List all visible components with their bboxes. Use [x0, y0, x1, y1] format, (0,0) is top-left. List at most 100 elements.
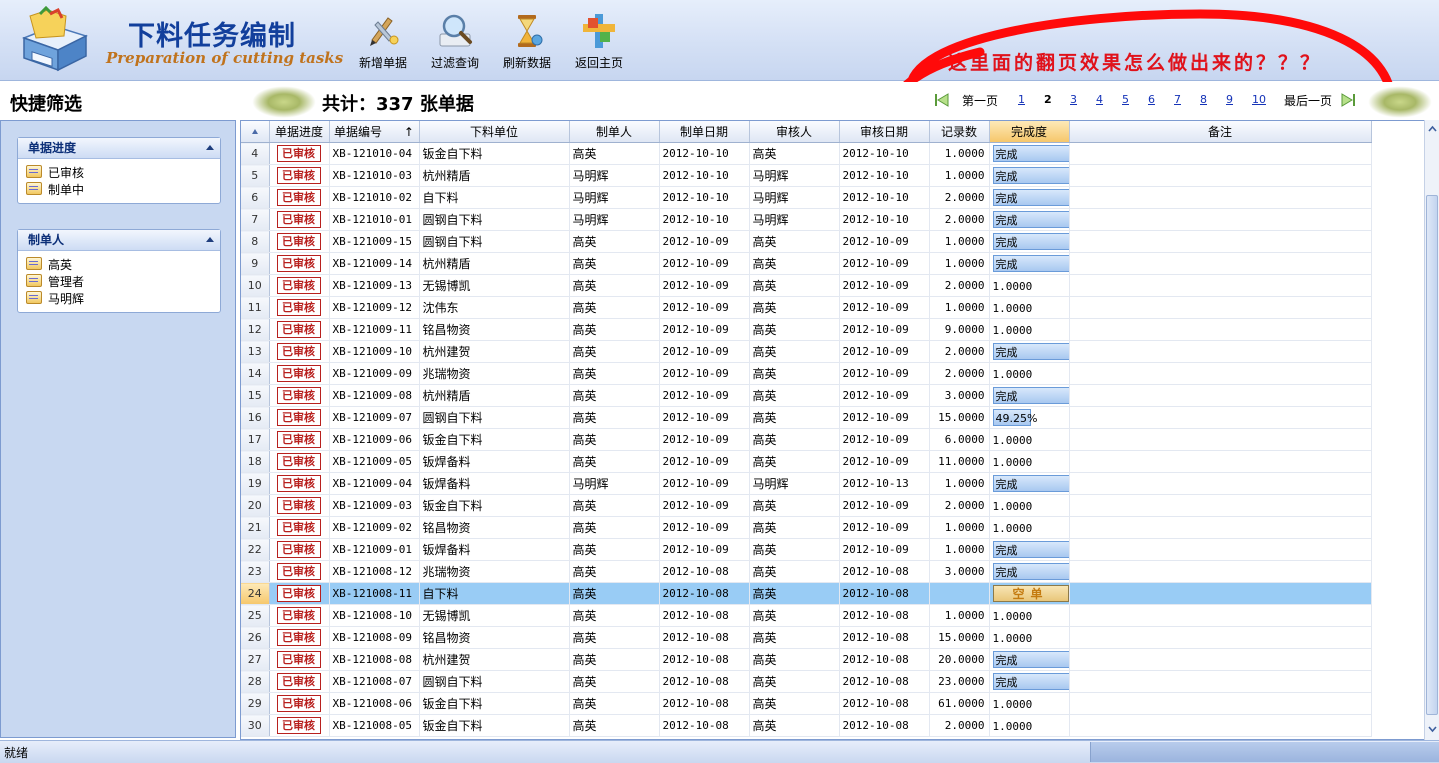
row-number[interactable]: 26 — [241, 626, 270, 649]
cell-maker[interactable]: 高英 — [569, 230, 660, 253]
cell-unit[interactable]: 圆钢自下料 — [419, 208, 570, 231]
cell-count[interactable]: 11.0000 — [929, 450, 990, 473]
table-row[interactable]: 19 已审核 XB-121009-04 钣焊备料 马明辉 2012-10-09 马明辉 201… — [241, 472, 1372, 495]
cell-remark[interactable] — [1069, 340, 1372, 363]
cell-auditor[interactable]: 高英 — [749, 428, 840, 451]
cell-maker[interactable]: 高英 — [569, 538, 660, 561]
cell-audit-date[interactable]: 2012-10-09 — [839, 296, 930, 319]
cell-progress[interactable]: 完成 — [989, 142, 1070, 165]
page-link-10[interactable]: 10 — [1252, 93, 1266, 106]
cell-unit[interactable]: 自下料 — [419, 186, 570, 209]
cell-progress[interactable]: 完成 — [989, 164, 1070, 187]
cell-count[interactable]: 1.0000 — [929, 142, 990, 165]
cell-unit[interactable]: 无锡博凯 — [419, 274, 570, 297]
cell-progress[interactable]: 完成 — [989, 670, 1070, 693]
cell-progress[interactable]: 完成 — [989, 648, 1070, 671]
cell-remark[interactable] — [1069, 406, 1372, 429]
cell-count[interactable]: 1.0000 — [929, 296, 990, 319]
table-row[interactable]: 11 已审核 XB-121009-12 沈伟东 高英 2012-10-09 高英 2012-1… — [241, 296, 1372, 319]
cell-date[interactable]: 2012-10-08 — [659, 560, 750, 583]
cell-remark[interactable] — [1069, 186, 1372, 209]
filter-item-drafting[interactable]: 制单中 — [26, 182, 220, 199]
cell-auditor[interactable]: 马明辉 — [749, 186, 840, 209]
cell-audit-date[interactable]: 2012-10-08 — [839, 692, 930, 715]
cell-progress[interactable]: 完成 — [989, 538, 1070, 561]
page-link-2[interactable]: 2 — [1044, 93, 1052, 106]
cell-auditor[interactable]: 高英 — [749, 252, 840, 275]
cell-maker[interactable]: 高英 — [569, 450, 660, 473]
cell-count[interactable]: 1.0000 — [929, 164, 990, 187]
cell-remark[interactable] — [1069, 582, 1372, 605]
cell-code[interactable]: XB-121010-04 — [329, 142, 420, 165]
cell-count[interactable]: 2.0000 — [929, 274, 990, 297]
cell-unit[interactable]: 兆瑞物资 — [419, 560, 570, 583]
cell-code[interactable]: XB-121008-05 — [329, 714, 420, 737]
cell-status[interactable]: 已审核 — [269, 384, 330, 407]
cell-date[interactable]: 2012-10-09 — [659, 538, 750, 561]
cell-date[interactable]: 2012-10-10 — [659, 164, 750, 187]
cell-status[interactable]: 已审核 — [269, 450, 330, 473]
cell-remark[interactable] — [1069, 670, 1372, 693]
table-row[interactable]: 26 已审核 XB-121008-09 铭昌物资 高英 2012-10-08 高英 2012-… — [241, 626, 1372, 649]
cell-progress[interactable]: 完成 — [989, 252, 1070, 275]
refresh-data-button[interactable]: 刷新数据 — [495, 10, 559, 72]
cell-auditor[interactable]: 高英 — [749, 692, 840, 715]
cell-auditor[interactable]: 高英 — [749, 670, 840, 693]
table-row[interactable]: 28 已审核 XB-121008-07 圆钢自下料 高英 2012-10-08 高英 2012… — [241, 670, 1372, 693]
cell-code[interactable]: XB-121009-07 — [329, 406, 420, 429]
cell-status[interactable]: 已审核 — [269, 648, 330, 671]
cell-remark[interactable] — [1069, 472, 1372, 495]
cell-maker[interactable]: 高英 — [569, 670, 660, 693]
cell-date[interactable]: 2012-10-08 — [659, 604, 750, 627]
cell-auditor[interactable]: 高英 — [749, 362, 840, 385]
cell-auditor[interactable]: 马明辉 — [749, 208, 840, 231]
cell-status[interactable]: 已审核 — [269, 274, 330, 297]
cell-unit[interactable]: 沈伟东 — [419, 296, 570, 319]
cell-status[interactable]: 已审核 — [269, 208, 330, 231]
table-row[interactable]: 17 已审核 XB-121009-06 钣金自下料 高英 2012-10-09 高英 2012… — [241, 428, 1372, 451]
cell-remark[interactable] — [1069, 648, 1372, 671]
cell-audit-date[interactable]: 2012-10-08 — [839, 626, 930, 649]
cell-audit-date[interactable]: 2012-10-10 — [839, 164, 930, 187]
cell-date[interactable]: 2012-10-08 — [659, 626, 750, 649]
cell-audit-date[interactable]: 2012-10-08 — [839, 648, 930, 671]
cell-date[interactable]: 2012-10-09 — [659, 428, 750, 451]
group-header-maker[interactable]: 制单人 — [18, 230, 220, 251]
cell-remark[interactable] — [1069, 714, 1372, 737]
cell-progress[interactable]: 1.0000 — [989, 428, 1070, 451]
cell-status[interactable]: 已审核 — [269, 318, 330, 341]
cell-count[interactable]: 1.0000 — [929, 472, 990, 495]
cell-audit-date[interactable]: 2012-10-09 — [839, 340, 930, 363]
cell-count[interactable]: 2.0000 — [929, 340, 990, 363]
row-number[interactable]: 6 — [241, 186, 270, 209]
table-row[interactable]: 9 已审核 XB-121009-14 杭州精盾 高英 2012-10-09 高英 2012-1… — [241, 252, 1372, 275]
row-number[interactable]: 16 — [241, 406, 270, 429]
add-document-button[interactable]: 新增单据 — [351, 10, 415, 72]
cell-maker[interactable]: 马明辉 — [569, 472, 660, 495]
cell-progress[interactable]: 1.0000 — [989, 274, 1070, 297]
cell-status[interactable]: 已审核 — [269, 186, 330, 209]
cell-date[interactable]: 2012-10-09 — [659, 362, 750, 385]
cell-remark[interactable] — [1069, 692, 1372, 715]
table-row[interactable]: 14 已审核 XB-121009-09 兆瑞物资 高英 2012-10-09 高英 2012-… — [241, 362, 1372, 385]
cell-status[interactable]: 已审核 — [269, 626, 330, 649]
cell-code[interactable]: XB-121009-02 — [329, 516, 420, 539]
cell-date[interactable]: 2012-10-08 — [659, 670, 750, 693]
cell-date[interactable]: 2012-10-08 — [659, 692, 750, 715]
cell-code[interactable]: XB-121008-10 — [329, 604, 420, 627]
cell-count[interactable]: 2.0000 — [929, 714, 990, 737]
cell-audit-date[interactable]: 2012-10-09 — [839, 516, 930, 539]
filter-item-maker-admin[interactable]: 管理者 — [26, 274, 220, 291]
cell-auditor[interactable]: 高英 — [749, 516, 840, 539]
cell-unit[interactable]: 圆钢自下料 — [419, 670, 570, 693]
cell-auditor[interactable]: 高英 — [749, 582, 840, 605]
page-link-8[interactable]: 8 — [1200, 93, 1207, 106]
cell-remark[interactable] — [1069, 164, 1372, 187]
cell-status[interactable]: 已审核 — [269, 252, 330, 275]
cell-date[interactable]: 2012-10-09 — [659, 450, 750, 473]
cell-maker[interactable]: 高英 — [569, 362, 660, 385]
collapse-icon[interactable] — [206, 237, 214, 242]
last-page-link[interactable]: 最后一页 — [1284, 92, 1332, 109]
cell-progress[interactable]: 1.0000 — [989, 692, 1070, 715]
cell-unit[interactable]: 钣焊备料 — [419, 450, 570, 473]
